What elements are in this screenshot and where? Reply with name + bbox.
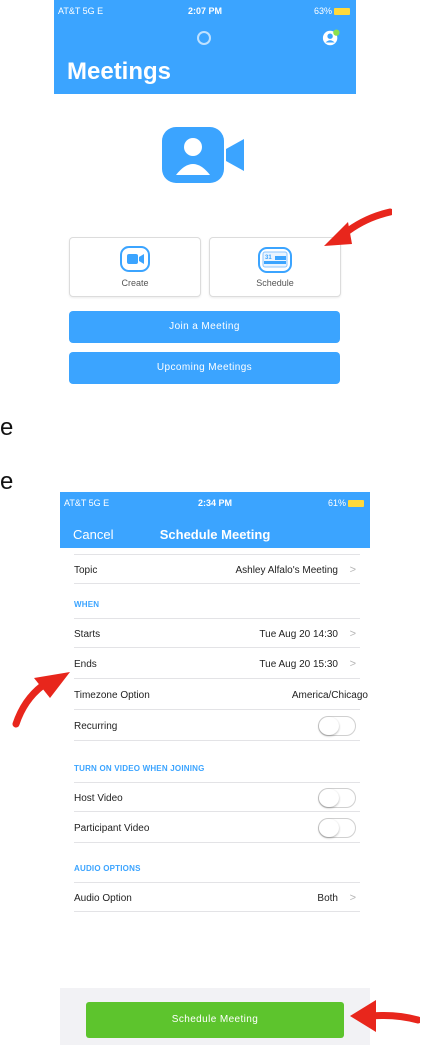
calendar-icon: 31 [258, 247, 292, 273]
timezone-label: Timezone Option [74, 690, 150, 701]
recurring-label: Recurring [74, 721, 118, 732]
status-bar: AT&T 5G E 2:07 PM 63% [54, 0, 356, 20]
status-time: 2:34 PM [197, 498, 232, 508]
upcoming-meetings-button[interactable]: Upcoming Meetings [69, 352, 340, 384]
when-section-header: WHEN [74, 600, 100, 609]
meetings-screen: AT&T 5G E 2:07 PM 63% Meetings Create 31… [54, 0, 356, 392]
chevron-right-icon: > [349, 628, 356, 640]
schedule-meeting-button[interactable]: Schedule Meeting [86, 1002, 344, 1038]
audio-option-row[interactable]: Audio Option Both > [74, 882, 360, 912]
status-battery: 63% [314, 6, 350, 16]
starts-label: Starts [74, 629, 101, 640]
zoom-logo-icon [162, 127, 244, 183]
topic-value: Ashley Alfalo's Meeting [235, 565, 338, 576]
starts-value: Tue Aug 20 14:30 [259, 629, 338, 640]
page-title: Schedule Meeting [159, 527, 271, 542]
participant-video-label: Participant Video [74, 823, 150, 834]
page-title: Meetings [67, 58, 172, 85]
audio-option-label: Audio Option [74, 893, 132, 904]
ends-value: Tue Aug 20 15:30 [259, 659, 338, 670]
timezone-value: America/Chicago [291, 690, 368, 701]
recurring-toggle[interactable] [318, 716, 356, 736]
search-icon[interactable] [197, 31, 211, 45]
video-camera-icon [120, 246, 150, 272]
join-meeting-button[interactable]: Join a Meeting [69, 311, 340, 343]
schedule-form: Topic Ashley Alfalo's Meeting > WHEN Sta… [60, 548, 370, 988]
battery-icon [334, 8, 350, 16]
status-battery: 61% [328, 498, 364, 508]
calendar-day: 31 [265, 255, 272, 261]
schedule-meeting-screen: AT&T 5G E 2:34 PM 61% Cancel Schedule Me… [60, 492, 370, 1045]
create-button[interactable]: Create [69, 237, 201, 297]
starts-row[interactable]: Starts Tue Aug 20 14:30 > [74, 618, 360, 648]
audio-option-value: Both [317, 893, 338, 904]
chevron-right-icon: > [349, 564, 356, 576]
chevron-right-icon: > [349, 658, 356, 670]
status-time: 2:07 PM [187, 6, 222, 16]
participant-video-row: Participant Video [74, 813, 360, 843]
chevron-right-icon: > [349, 892, 356, 904]
video-section-header: TURN ON VIDEO WHEN JOINING [74, 764, 205, 773]
schedule-label: Schedule [256, 278, 294, 288]
profile-icon[interactable] [322, 29, 340, 47]
create-label: Create [121, 278, 149, 288]
red-arrow-icon [12, 672, 70, 728]
meetings-header: AT&T 5G E 2:07 PM 63% Meetings [54, 0, 356, 94]
red-arrow-icon [350, 1000, 420, 1032]
battery-percent: 63% [313, 6, 332, 16]
battery-percent: 61% [327, 498, 346, 508]
ends-row[interactable]: Ends Tue Aug 20 15:30 > [74, 649, 360, 679]
participant-video-toggle[interactable] [318, 818, 356, 838]
topic-row[interactable]: Topic Ashley Alfalo's Meeting > [74, 554, 360, 584]
timezone-row[interactable]: Timezone Option America/Chicago [74, 680, 368, 710]
host-video-row: Host Video [74, 782, 360, 812]
red-arrow-icon [324, 208, 392, 246]
cropped-text-2: e [0, 468, 14, 495]
recurring-row: Recurring [74, 711, 360, 741]
host-video-toggle[interactable] [318, 788, 356, 808]
topic-label: Topic [74, 565, 98, 576]
battery-icon [348, 500, 364, 508]
ends-label: Ends [74, 659, 97, 670]
cropped-text-1: e [0, 414, 14, 441]
host-video-label: Host Video [74, 793, 123, 804]
status-bar: AT&T 5G E 2:34 PM 61% [60, 492, 370, 512]
audio-section-header: AUDIO OPTIONS [74, 864, 141, 873]
schedule-header: AT&T 5G E 2:34 PM 61% Cancel Schedule Me… [60, 492, 370, 548]
